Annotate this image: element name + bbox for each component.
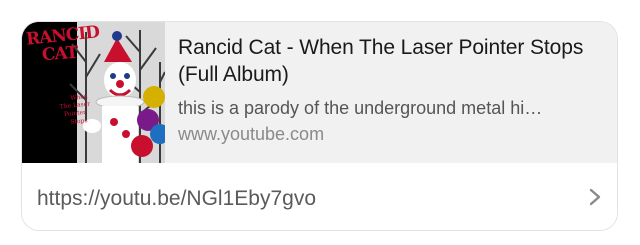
link-row[interactable]: https://youtu.be/NGl1Eby7gvo <box>22 163 617 230</box>
link-preview[interactable]: RANCID CAT When The Laser Pointer Stops … <box>22 22 617 163</box>
link-url[interactable]: https://youtu.be/NGl1Eby7gvo <box>37 187 316 211</box>
preview-domain: www.youtube.com <box>178 124 325 144</box>
link-preview-card[interactable]: RANCID CAT When The Laser Pointer Stops … <box>21 21 618 231</box>
thumbnail-title-line2: CAT <box>41 42 79 66</box>
preview-title[interactable]: Rancid Cat - When The Laser Pointer Stop… <box>178 34 608 88</box>
chevron-right-icon[interactable] <box>585 185 605 209</box>
preview-description: this is a parody of the underground meta… <box>178 98 543 118</box>
video-thumbnail[interactable]: RANCID CAT When The Laser Pointer Stops <box>22 22 165 163</box>
preview-info: Rancid Cat - When The Laser Pointer Stop… <box>178 34 608 145</box>
